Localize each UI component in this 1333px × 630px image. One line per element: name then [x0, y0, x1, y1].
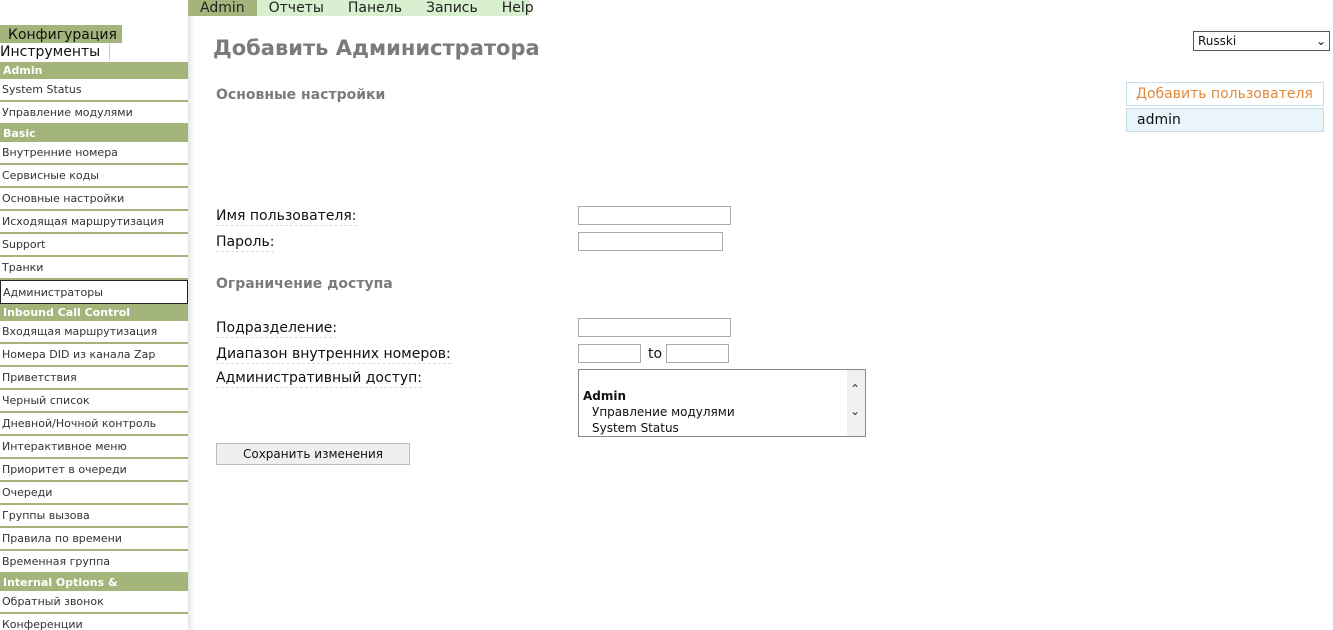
sidebar-shadow: [188, 16, 194, 630]
menu-recordings[interactable]: Запись: [414, 0, 490, 16]
sidebar-item-feature-codes[interactable]: Сервисные коды: [0, 165, 188, 188]
sidebar-item-zap-did[interactable]: Номера DID из канала Zap: [0, 344, 188, 367]
extension-range-to-label: to: [648, 346, 663, 362]
sidebar-item-ivr[interactable]: Интерактивное меню: [0, 436, 188, 459]
top-menu: Admin Отчеты Панель Запись Help: [188, 0, 534, 16]
sidebar-item-module-admin[interactable]: Управление модулями: [0, 102, 188, 125]
sidebar-section-basic: Basic: [0, 125, 188, 142]
sidebar-item-general-settings[interactable]: Основные настройки: [0, 188, 188, 211]
menu-reports[interactable]: Отчеты: [257, 0, 336, 16]
sidebar-item-extensions[interactable]: Внутренние номера: [0, 142, 188, 165]
sidebar-item-time-conditions[interactable]: Правила по времени: [0, 528, 188, 551]
sidebar-section-inbound: Inbound Call Control: [0, 304, 188, 321]
chevron-down-icon[interactable]: ⌄: [850, 404, 860, 418]
access-group-admin: Admin: [583, 389, 627, 403]
admin-access-label: Административный доступ:: [216, 370, 423, 388]
menu-panel[interactable]: Панель: [336, 0, 414, 16]
sidebar-item-inbound-routes[interactable]: Входящая маршрутизация: [0, 321, 188, 344]
menu-admin[interactable]: Admin: [188, 0, 257, 16]
sidebar-item-announcements[interactable]: Приветствия: [0, 367, 188, 390]
chevron-down-icon: ⌄: [1315, 34, 1326, 48]
sidebar-item-day-night[interactable]: Дневной/Ночной контроль: [0, 413, 188, 436]
access-option-module-admin[interactable]: Управление модулями: [592, 405, 735, 419]
language-select[interactable]: Russki ⌄: [1193, 31, 1330, 51]
section-basic-settings: Основные настройки: [216, 87, 386, 103]
menu-help[interactable]: Help: [490, 0, 546, 16]
sidebar-item-administrators[interactable]: Администраторы: [0, 280, 188, 304]
sidebar-item-outbound-routes[interactable]: Исходящая маршрутизация: [0, 211, 188, 234]
add-user-link[interactable]: Добавить пользователя: [1126, 82, 1324, 106]
username-input[interactable]: [578, 206, 731, 225]
user-list-panel: Добавить пользователя admin: [1126, 82, 1324, 132]
tab-tools[interactable]: Инструменты: [0, 43, 110, 61]
sidebar-list: Admin System Status Управление модулями …: [0, 62, 188, 630]
sidebar-item-ring-groups[interactable]: Группы вызова: [0, 505, 188, 528]
page-title: Добавить Администратора: [213, 36, 540, 60]
sidebar-item-queue-priority[interactable]: Приоритет в очереди: [0, 459, 188, 482]
sidebar-section-admin: Admin: [0, 62, 188, 79]
password-input[interactable]: [578, 232, 723, 251]
username-label: Имя пользователя:: [216, 208, 357, 226]
sidebar-item-trunks[interactable]: Транки: [0, 257, 188, 280]
extension-range-label: Диапазон внутренних номеров:: [216, 346, 451, 364]
sidebar-item-system-status[interactable]: System Status: [0, 79, 188, 102]
sidebar-item-callback[interactable]: Обратный звонок: [0, 591, 188, 614]
user-list-item[interactable]: admin: [1126, 108, 1324, 132]
chevron-up-icon[interactable]: ⌃: [850, 382, 860, 396]
sidebar: Конфигурация Инструменты Admin System St…: [0, 0, 188, 630]
section-access-restrictions: Ограничение доступа: [216, 276, 393, 292]
sidebar-item-support[interactable]: Support: [0, 234, 188, 257]
save-changes-button[interactable]: Сохранить изменения: [216, 443, 410, 465]
admin-access-multiselect[interactable]: Admin Управление модулями System Status …: [578, 369, 866, 437]
sidebar-item-time-groups[interactable]: Временная группа: [0, 551, 188, 574]
password-label: Пароль:: [216, 234, 275, 252]
sidebar-item-conferences[interactable]: Конференции: [0, 614, 188, 630]
tab-configuration[interactable]: Конфигурация: [0, 25, 122, 43]
multiselect-scrollbar[interactable]: ⌃ ⌄: [847, 370, 865, 436]
extension-range-low-input[interactable]: [578, 344, 641, 363]
sidebar-item-queues[interactable]: Очереди: [0, 482, 188, 505]
extension-range-high-input[interactable]: [666, 344, 729, 363]
language-select-value: Russki: [1198, 34, 1237, 48]
department-input[interactable]: [578, 318, 731, 337]
sidebar-item-blacklist[interactable]: Черный список: [0, 390, 188, 413]
department-label: Подразделение:: [216, 320, 338, 338]
sidebar-section-internal-options: Internal Options & Configuration: [0, 574, 188, 606]
access-option-system-status[interactable]: System Status: [592, 421, 679, 435]
